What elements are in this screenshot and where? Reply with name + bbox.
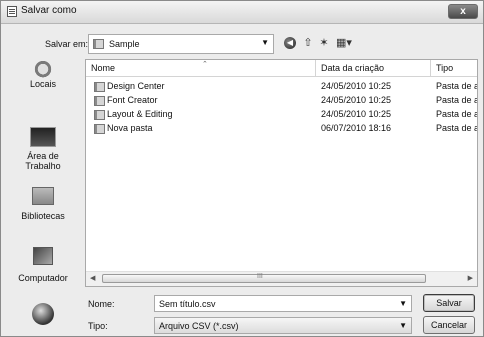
place-label: Locais xyxy=(29,79,56,89)
back-icon[interactable]: ◀ xyxy=(284,37,296,49)
file-name: Design Center xyxy=(107,81,165,91)
file-type: Pasta de ar xyxy=(436,95,478,105)
file-row[interactable]: Font Creator 24/05/2010 10:25 Pasta de a… xyxy=(86,94,478,108)
libraries-icon xyxy=(32,187,54,205)
type-label: Tipo: xyxy=(88,321,108,331)
file-date: 24/05/2010 10:25 xyxy=(321,95,392,105)
file-name: Nova pasta xyxy=(107,123,153,133)
file-name-field[interactable]: Sem título.csv ▼ xyxy=(154,295,412,312)
file-list: Nome ⌃ Data da criação Tipo Design Cente… xyxy=(85,59,478,287)
horizontal-scrollbar[interactable]: ◀ III ▶ xyxy=(86,271,477,286)
new-folder-icon[interactable]: ✶ xyxy=(317,36,331,50)
location-dropdown[interactable]: Sample ▼ xyxy=(88,34,274,54)
save-in-label: Salvar em: xyxy=(45,39,89,49)
network-icon xyxy=(32,303,54,325)
places-bar: Locais Área de Trabalho Bibliotecas Comp… xyxy=(5,59,81,334)
place-libraries[interactable]: Bibliotecas xyxy=(5,187,81,221)
place-label: Área de Trabalho xyxy=(25,151,61,171)
scroll-right-icon[interactable]: ▶ xyxy=(468,274,473,282)
file-name-value: Sem título.csv xyxy=(159,299,216,309)
file-type-value: Arquivo CSV (*.csv) xyxy=(159,321,239,331)
scrollbar-grip: III xyxy=(257,273,263,280)
views-menu-icon[interactable]: ▦▾ xyxy=(335,36,353,50)
scroll-left-icon[interactable]: ◀ xyxy=(90,274,95,282)
recent-places-icon xyxy=(32,61,54,79)
file-row[interactable]: Nova pasta 06/07/2010 18:16 Pasta de ar xyxy=(86,122,478,136)
sort-ascending-icon: ⌃ xyxy=(202,61,208,68)
column-header-type[interactable]: Tipo xyxy=(431,60,477,77)
file-row[interactable]: Layout & Editing 24/05/2010 10:25 Pasta … xyxy=(86,108,478,122)
computer-icon xyxy=(33,247,53,265)
column-header-name[interactable]: Nome ⌃ xyxy=(86,60,316,77)
folder-icon xyxy=(94,96,105,106)
save-button[interactable]: Salvar xyxy=(423,294,475,312)
desktop-icon xyxy=(30,127,56,147)
file-name: Font Creator xyxy=(107,95,158,105)
title-bar[interactable]: Salvar como x xyxy=(1,1,483,24)
file-date: 06/07/2010 18:16 xyxy=(321,123,392,133)
place-network[interactable] xyxy=(5,303,81,325)
window-icon xyxy=(7,6,17,17)
file-date: 24/05/2010 10:25 xyxy=(321,81,392,91)
window-title: Salvar como xyxy=(21,5,77,16)
file-type: Pasta de ar xyxy=(436,123,478,133)
folder-icon xyxy=(93,39,104,49)
file-row[interactable]: Design Center 24/05/2010 10:25 Pasta de … xyxy=(86,80,478,94)
save-as-dialog: Salvar como x Salvar em: Sample ▼ ◀ ⇧ ✶ … xyxy=(0,0,484,337)
up-folder-icon[interactable]: ⇧ xyxy=(301,36,315,50)
place-desktop[interactable]: Área de Trabalho xyxy=(5,127,81,171)
place-label: Bibliotecas xyxy=(21,211,65,221)
location-text: Sample xyxy=(109,39,140,49)
file-type: Pasta de ar xyxy=(436,109,478,119)
file-name: Layout & Editing xyxy=(107,109,173,119)
place-locais[interactable]: Locais xyxy=(5,61,81,89)
file-type: Pasta de ar xyxy=(436,81,478,91)
dropdown-arrow-icon[interactable]: ▼ xyxy=(399,299,407,308)
place-label: Computador xyxy=(18,273,68,283)
file-date: 24/05/2010 10:25 xyxy=(321,109,392,119)
folder-icon xyxy=(94,124,105,134)
place-computer[interactable]: Computador xyxy=(5,247,81,283)
dropdown-arrow-icon: ▼ xyxy=(261,38,269,47)
column-header-date[interactable]: Data da criação xyxy=(316,60,431,77)
cancel-button[interactable]: Cancelar xyxy=(423,316,475,334)
name-label: Nome: xyxy=(88,299,115,309)
scrollbar-thumb[interactable]: III xyxy=(102,273,426,283)
folder-icon xyxy=(94,82,105,92)
dropdown-arrow-icon: ▼ xyxy=(399,321,407,330)
file-type-select[interactable]: Arquivo CSV (*.csv) ▼ xyxy=(154,317,412,334)
folder-icon xyxy=(94,110,105,120)
close-button[interactable]: x xyxy=(448,4,478,19)
